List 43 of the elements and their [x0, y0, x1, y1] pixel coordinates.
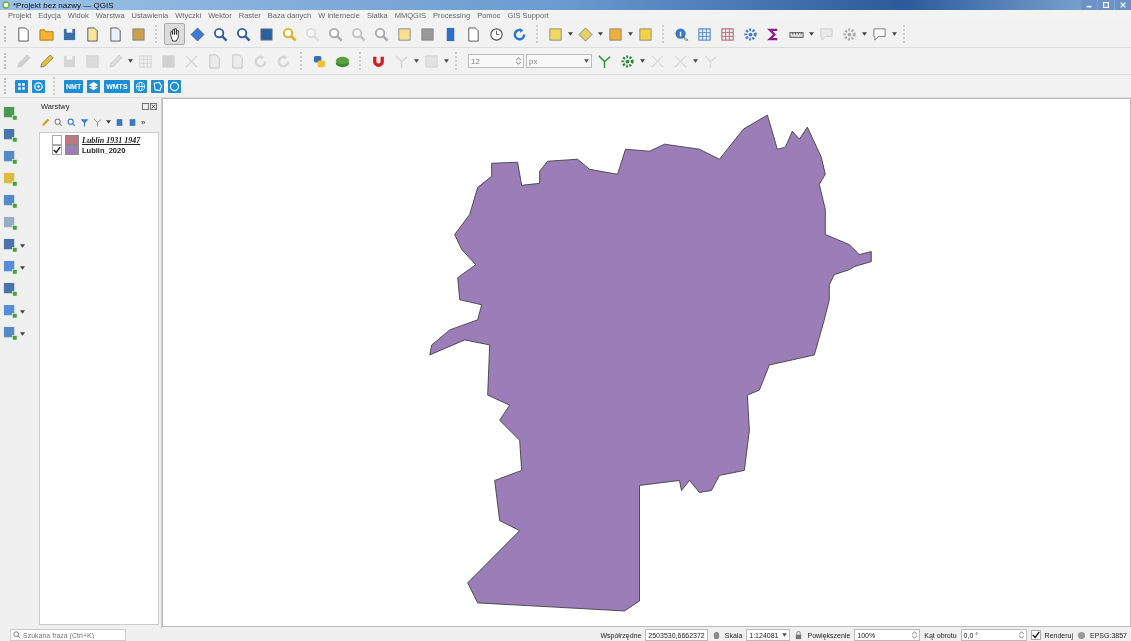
target-icon[interactable]: [32, 79, 45, 93]
more-button[interactable]: »: [141, 117, 146, 127]
caret-icon[interactable]: [782, 631, 788, 639]
outline-icon[interactable]: [150, 79, 164, 93]
close-button[interactable]: [1115, 0, 1131, 10]
caret-icon[interactable]: [809, 32, 814, 36]
lock-icon[interactable]: [794, 630, 804, 640]
mouse-icon[interactable]: [711, 630, 721, 640]
caret-icon[interactable]: [20, 331, 25, 336]
caret-icon[interactable]: [892, 32, 897, 36]
caret-icon[interactable]: [628, 32, 633, 36]
caret-icon[interactable]: [414, 59, 419, 63]
funnel-icon[interactable]: [80, 117, 89, 127]
layer-name[interactable]: Lublin 1931 1947: [82, 135, 141, 145]
render-checkbox[interactable]: [1030, 630, 1041, 640]
circle-icon[interactable]: [167, 79, 181, 93]
layer-checkbox[interactable]: [52, 145, 62, 155]
search-icon: [13, 631, 21, 639]
layers-icon[interactable]: [87, 79, 101, 93]
caret-icon[interactable]: [20, 309, 25, 314]
unit-dropdown[interactable]: px: [526, 54, 592, 68]
caret-icon[interactable]: [568, 32, 573, 36]
minimize-button[interactable]: [1081, 0, 1097, 10]
close-icon[interactable]: [150, 103, 157, 110]
caret-icon[interactable]: [693, 59, 698, 63]
caret-icon[interactable]: [106, 120, 111, 124]
caret-icon[interactable]: [444, 59, 449, 63]
restore-icon[interactable]: [1102, 1, 1110, 9]
caret-icon[interactable]: [20, 265, 25, 270]
spin-arrows-icon[interactable]: [912, 631, 918, 639]
float-icon[interactable]: [142, 103, 149, 110]
restore-button[interactable]: [1098, 0, 1114, 10]
window-title: *Projekt bez nazwy — QGIS: [13, 0, 114, 10]
caret-icon[interactable]: [128, 59, 133, 63]
spin-arrows-icon[interactable]: [516, 57, 521, 65]
caret-icon[interactable]: [20, 243, 25, 248]
caret-icon[interactable]: [640, 59, 645, 63]
layer-checkbox[interactable]: [52, 135, 62, 145]
caret-icon[interactable]: [862, 32, 867, 36]
tolerance-spinbox[interactable]: 12: [468, 54, 524, 68]
spin-arrows-icon[interactable]: [1018, 631, 1024, 639]
caret-icon[interactable]: [598, 32, 603, 36]
caret-icon[interactable]: [584, 57, 589, 65]
